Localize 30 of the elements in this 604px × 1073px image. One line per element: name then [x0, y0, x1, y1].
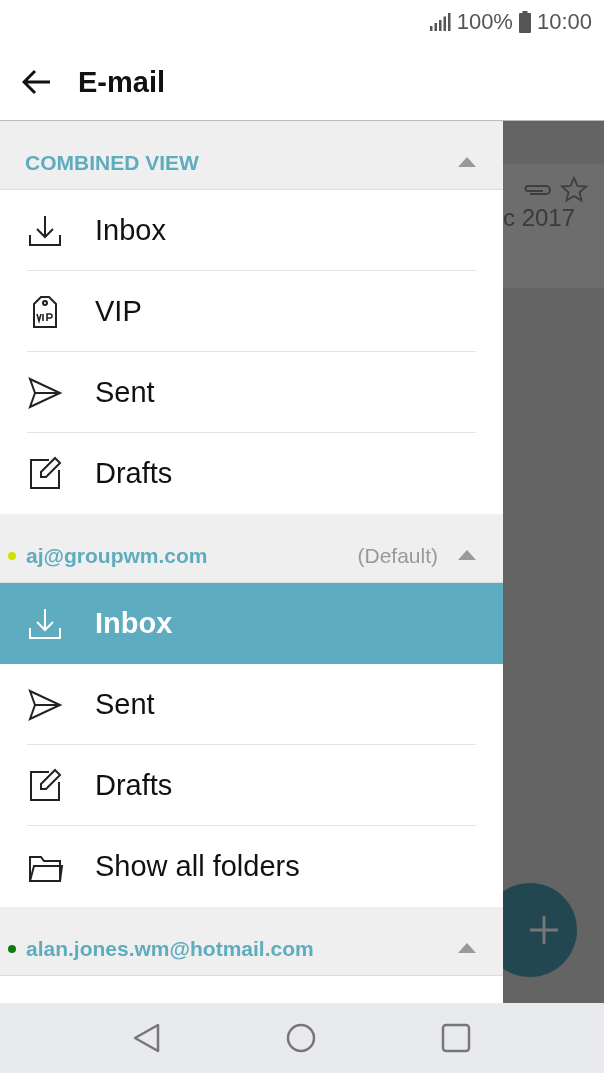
folder-item[interactable]: VIP — [0, 271, 503, 352]
paperclip-icon — [522, 182, 552, 198]
collapse-icon[interactable] — [458, 550, 476, 560]
default-label: (Default) — [357, 544, 438, 568]
edit-icon — [27, 455, 63, 492]
folder-item[interactable]: Show all folders — [0, 826, 503, 907]
signal-icon — [428, 13, 451, 31]
back-icon[interactable] — [22, 69, 52, 95]
section-title: alan.jones.wm@hotmail.com — [25, 937, 314, 961]
clock: 10:00 — [536, 9, 592, 35]
recents-icon[interactable] — [441, 1023, 471, 1053]
folder-item[interactable]: Sent — [0, 664, 503, 745]
home-icon[interactable] — [286, 1023, 316, 1053]
edit-icon — [27, 767, 63, 804]
collapse-icon[interactable] — [458, 157, 476, 167]
app-title: E-mail — [78, 65, 166, 99]
section-title: aj@groupwm.com — [25, 544, 208, 568]
battery-icon — [518, 11, 531, 33]
folder-item[interactable]: Sent — [0, 352, 503, 433]
send-icon — [27, 686, 63, 723]
folder-item[interactable]: Inbox — [0, 190, 503, 271]
battery-percent: 100% — [456, 9, 513, 35]
send-icon — [27, 374, 63, 411]
folder-item[interactable]: Drafts — [0, 433, 503, 514]
section-title: COMBINED VIEW — [24, 151, 199, 175]
back-nav-icon[interactable] — [133, 1023, 161, 1053]
folder-item[interactable]: Drafts — [0, 745, 503, 826]
plus-icon — [529, 915, 559, 945]
star-icon — [560, 176, 588, 204]
collapse-icon[interactable] — [458, 943, 476, 953]
